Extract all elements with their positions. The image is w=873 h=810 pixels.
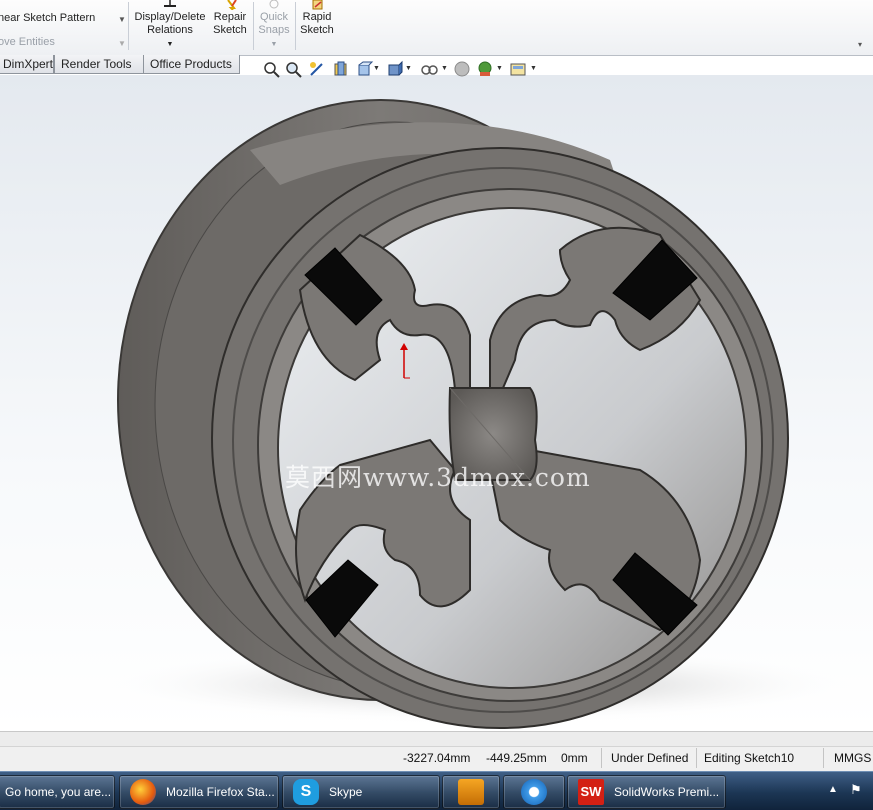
snaps-dropdown-icon[interactable]: ▼ (271, 41, 278, 48)
taskbar-item-go-home[interactable]: Go home, you are... (0, 775, 115, 809)
display-delete-relations-button[interactable]: Display/Delete Relations ▼ (134, 0, 206, 51)
ribbon-separator (128, 2, 129, 50)
skype-icon: S (293, 779, 319, 805)
x-coordinate: -3227.04mm (403, 751, 471, 765)
linear-pattern-dropdown-icon[interactable]: ▼ (118, 15, 126, 24)
snaps-label: Snaps (258, 24, 290, 36)
move-entities-button[interactable]: ove Entities (0, 36, 55, 48)
zoom-to-area-icon[interactable] (284, 60, 302, 78)
taskbar-label: Skype (329, 785, 363, 799)
windows-taskbar: Go home, you are... Mozilla Firefox Sta.… (0, 771, 873, 810)
section-view-icon[interactable] (332, 60, 350, 78)
zoom-to-fit-icon[interactable] (262, 60, 280, 78)
tab-label: Render Tools (61, 57, 132, 71)
repair-sketch-label: Sketch (213, 24, 247, 36)
taskbar-item-solidworks[interactable]: SW SolidWorks Premi... (567, 775, 726, 809)
linear-sketch-pattern-label: near Sketch Pattern (0, 12, 96, 24)
orientation-dropdown-icon[interactable]: ▼ (373, 65, 380, 72)
rapid-sketch-icon (312, 0, 323, 10)
z-coordinate: 0mm (561, 751, 588, 765)
status-spacer (0, 732, 873, 747)
hide-show-dropdown-icon[interactable]: ▼ (441, 65, 448, 72)
display-style-icon[interactable] (386, 60, 404, 78)
rapid-sketch-label: Sketch (300, 24, 334, 36)
tab-label: Office Products (150, 57, 232, 71)
ribbon-separator (295, 2, 296, 50)
relations-dropdown-icon[interactable]: ▼ (167, 41, 174, 48)
display-style-dropdown-icon[interactable]: ▼ (405, 65, 412, 72)
repair-label: Repair (213, 11, 247, 23)
taskbar-item-player[interactable] (503, 775, 565, 809)
tab-render-tools[interactable]: Render Tools (54, 55, 144, 74)
tab-office-products[interactable]: Office Products (143, 55, 240, 74)
watermark: 莫西网www.3dmox.com (285, 463, 591, 492)
sketch-state: Under Defined (611, 751, 689, 765)
y-coordinate: -449.25mm (486, 751, 547, 765)
units-selector[interactable]: MMGS (834, 751, 871, 765)
edit-appearance-icon[interactable] (453, 60, 471, 78)
player-icon (521, 779, 547, 805)
previous-view-icon[interactable] (308, 60, 326, 78)
taskbar-item-media[interactable] (442, 775, 500, 809)
tray-expand-icon[interactable]: ▲ (828, 784, 838, 795)
taskbar-label: Mozilla Firefox Sta... (166, 785, 275, 799)
display-relations-icon (164, 0, 176, 7)
quick-label: Quick (259, 11, 289, 23)
view-settings-icon[interactable] (509, 60, 527, 78)
taskbar-item-firefox[interactable]: Mozilla Firefox Sta... (119, 775, 279, 809)
taskbar-item-skype[interactable]: S Skype (282, 775, 440, 809)
status-divider (823, 748, 824, 768)
rapid-label: Rapid (302, 11, 332, 23)
media-player-icon (458, 779, 484, 805)
graphics-area[interactable]: 莫西网www.3dmox.com (0, 75, 873, 731)
action-center-flag-icon[interactable]: ⚑ (850, 782, 862, 798)
rapid-sketch-button[interactable]: Rapid Sketch (298, 0, 336, 37)
repair-sketch-icon (227, 0, 237, 10)
ribbon-separator (253, 2, 254, 50)
taskbar-label: SolidWorks Premi... (614, 785, 720, 799)
relations-label: Relations (147, 24, 193, 36)
ribbon-collapse-icon[interactable]: ▾ (858, 40, 862, 49)
tab-dimxpert[interactable]: DimXpert (0, 55, 54, 74)
quick-snaps-button[interactable]: Quick Snaps ▼ (256, 0, 292, 51)
status-bar: -3227.04mm -449.25mm 0mm Under Defined E… (0, 731, 873, 772)
solidworks-icon: SW (578, 779, 604, 805)
quick-snaps-icon (269, 0, 279, 9)
editing-status: Editing Sketch10 (704, 751, 795, 765)
move-entities-label: ove Entities (0, 36, 55, 48)
scene-dropdown-icon[interactable]: ▼ (496, 65, 503, 72)
command-manager-ribbon: near Sketch Pattern ▼ ove Entities ▼ Dis… (0, 0, 873, 56)
view-settings-dropdown-icon[interactable]: ▼ (530, 65, 537, 72)
tab-label: DimXpert (3, 57, 54, 71)
wheel-model[interactable] (0, 75, 873, 731)
display-delete-label: Display/Delete (134, 11, 206, 23)
view-orientation-icon[interactable] (356, 60, 374, 78)
hide-show-items-icon[interactable] (420, 60, 438, 78)
linear-sketch-pattern-button[interactable]: near Sketch Pattern (0, 12, 95, 24)
status-divider (696, 748, 697, 768)
move-entities-dropdown-icon[interactable]: ▼ (118, 39, 126, 48)
taskbar-label: Go home, you are... (5, 785, 112, 799)
status-divider (601, 748, 602, 768)
apply-scene-icon[interactable] (476, 60, 494, 78)
repair-sketch-button[interactable]: Repair Sketch (211, 0, 249, 37)
firefox-icon (130, 779, 156, 805)
